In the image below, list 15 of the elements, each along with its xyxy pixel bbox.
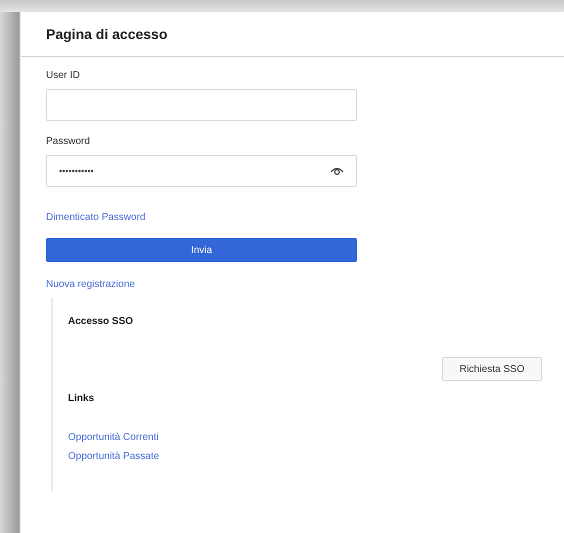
sso-button[interactable]: Richiesta SSO	[442, 357, 542, 381]
field-label: User ID	[46, 70, 80, 81]
forgot-password-link[interactable]: Dimenticato Password	[46, 212, 146, 223]
submit-button[interactable]: Invia	[46, 238, 357, 262]
eye-icon[interactable]	[330, 166, 344, 176]
register-link[interactable]: Nuova registrazione	[46, 279, 135, 290]
opportunity-link[interactable]: Opportunità Passate	[68, 451, 160, 462]
password-field[interactable]: •••••••••••	[46, 155, 357, 187]
field-value: •••••••••••	[59, 166, 95, 176]
user-id-field[interactable]	[46, 89, 357, 121]
page-title: Pagina di accesso	[46, 26, 168, 42]
field-label: Password	[46, 136, 90, 147]
section-heading: Links	[68, 393, 94, 404]
opportunity-link[interactable]: Opportunità Correnti	[68, 432, 159, 443]
section-heading: Accesso SSO	[68, 316, 134, 327]
